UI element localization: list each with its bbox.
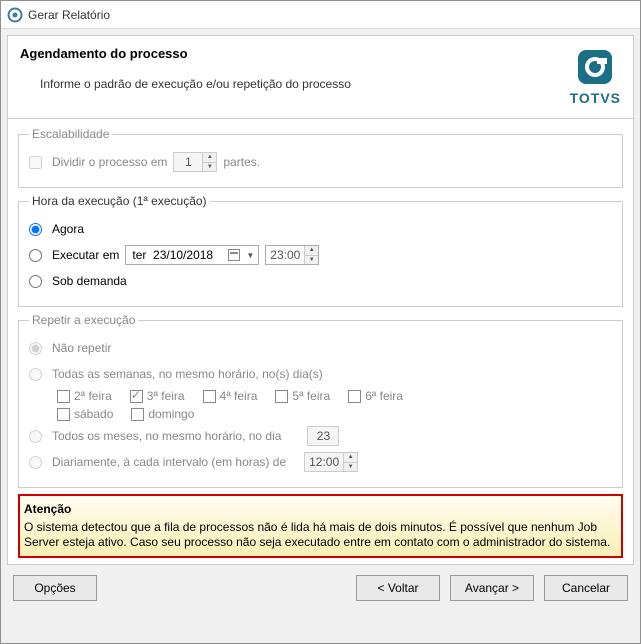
label-nao-repetir: Não repetir — [52, 341, 111, 355]
radio-sob-demanda[interactable] — [29, 275, 42, 288]
check-qui — [275, 390, 288, 403]
check-sex — [348, 390, 361, 403]
voltar-button[interactable]: < Voltar — [356, 575, 440, 601]
repetir-legend: Repetir a execução — [29, 313, 138, 327]
escalabilidade-legend: Escalabilidade — [29, 127, 112, 141]
divide-label: Dividir o processo em — [52, 155, 167, 169]
page-title: Agendamento do processo — [20, 46, 351, 61]
repetir-group: Repetir a execução Não repetir Todas as … — [18, 313, 623, 488]
weekday-row-2: sábado domingo — [57, 407, 612, 421]
radio-todos-meses — [29, 430, 42, 443]
intervalo-spinner: ▲▼ — [304, 452, 358, 472]
date-input[interactable] — [130, 247, 222, 263]
execucao-group: Hora da execução (1ª execução) Agora Exe… — [18, 194, 623, 307]
cancelar-button[interactable]: Cancelar — [544, 575, 628, 601]
divide-suffix: partes. — [223, 155, 260, 169]
spinner-down-icon: ▼ — [203, 163, 216, 172]
time-input[interactable] — [266, 246, 304, 264]
date-picker[interactable]: ▼ — [125, 245, 259, 265]
label-sob-demanda: Sob demanda — [52, 274, 127, 288]
check-seg — [57, 390, 70, 403]
escalabilidade-group: Escalabilidade Dividir o processo em ▲▼ … — [18, 127, 623, 188]
logo: TOTVS — [570, 46, 621, 106]
time-spinner[interactable]: ▲▼ — [265, 245, 319, 265]
dialog-window: Gerar Relatório Agendamento do processo … — [0, 0, 641, 644]
radio-executar-em[interactable] — [29, 249, 42, 262]
spinner-up-icon: ▲ — [203, 153, 216, 163]
button-bar: Opções < Voltar Avançar > Cancelar — [7, 565, 634, 611]
execucao-legend: Hora da execução (1ª execução) — [29, 194, 210, 208]
mes-dia-input — [308, 427, 338, 445]
radio-todas-semanas — [29, 368, 42, 381]
divide-value — [174, 153, 202, 171]
header-panel: Agendamento do processo Informe o padrão… — [7, 35, 634, 119]
warning-title: Atenção — [24, 502, 617, 516]
label-diariamente: Diariamente, à cada intervalo (em horas)… — [52, 455, 286, 469]
spinner-up-icon[interactable]: ▲ — [305, 246, 318, 256]
intervalo-input — [305, 453, 343, 471]
divide-checkbox — [29, 156, 42, 169]
opcoes-button[interactable]: Opções — [13, 575, 97, 601]
radio-diariamente — [29, 456, 42, 469]
avancar-button[interactable]: Avançar > — [450, 575, 534, 601]
spinner-down-icon: ▼ — [344, 463, 357, 472]
page-subtitle: Informe o padrão de execução e/ou repeti… — [40, 77, 351, 91]
spinner-down-icon[interactable]: ▼ — [305, 256, 318, 265]
logo-text: TOTVS — [570, 90, 621, 106]
calendar-icon[interactable] — [228, 249, 240, 261]
warning-panel: Atenção O sistema detectou que a fila de… — [18, 494, 623, 558]
spinner-up-icon: ▲ — [344, 453, 357, 463]
window-title: Gerar Relatório — [28, 8, 110, 22]
check-ter — [130, 390, 143, 403]
totvs-logo-icon — [572, 46, 618, 88]
radio-nao-repetir — [29, 342, 42, 355]
check-qua — [203, 390, 216, 403]
label-executar-em: Executar em — [52, 248, 119, 262]
titlebar: Gerar Relatório — [1, 1, 640, 29]
label-todos-meses: Todos os meses, no mesmo horário, no dia — [52, 429, 281, 443]
check-sab — [57, 408, 70, 421]
radio-agora[interactable] — [29, 223, 42, 236]
mes-dia-spinner — [307, 426, 339, 446]
label-todas-semanas: Todas as semanas, no mesmo horário, no(s… — [52, 367, 323, 381]
weekday-row: 2ª feira 3ª feira 4ª feira 5ª feira 6ª f… — [57, 389, 612, 403]
app-icon — [7, 7, 23, 23]
chevron-down-icon[interactable]: ▼ — [246, 251, 254, 260]
divide-spinner: ▲▼ — [173, 152, 217, 172]
warning-body: O sistema detectou que a fila de process… — [24, 520, 617, 550]
label-agora: Agora — [52, 222, 84, 236]
check-dom — [131, 408, 144, 421]
